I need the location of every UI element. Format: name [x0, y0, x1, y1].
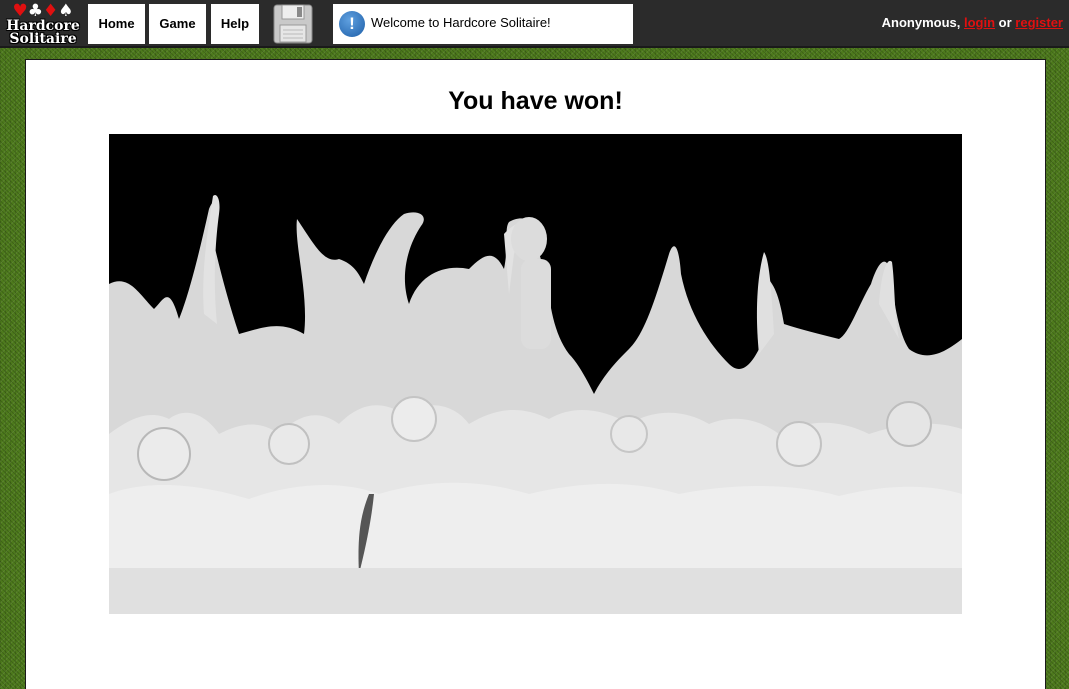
cheering-crowd-image	[109, 134, 962, 614]
crowd-silhouette	[109, 134, 962, 614]
info-icon: !	[339, 11, 365, 37]
floppy-disk-icon	[273, 4, 313, 44]
or-separator: or	[998, 15, 1012, 30]
hardcore-solitaire-logo[interactable]: ♥♣♦♠ Hardcore Solitaire	[6, 2, 80, 46]
register-link[interactable]: register	[1015, 15, 1063, 30]
user-area: Anonymous, login or register	[882, 0, 1063, 48]
help-button[interactable]: Help	[211, 4, 259, 44]
top-bar: ♥♣♦♠ Hardcore Solitaire Home Game Help !…	[0, 0, 1069, 48]
win-heading: You have won!	[448, 87, 623, 115]
message-box: ! Welcome to Hardcore Solitaire!	[333, 4, 633, 44]
main-panel: You have won!	[25, 59, 1046, 689]
message-text: Welcome to Hardcore Solitaire!	[371, 15, 551, 30]
game-button[interactable]: Game	[149, 4, 206, 44]
logo-text-line2: Solitaire	[9, 31, 77, 47]
home-button[interactable]: Home	[88, 4, 145, 44]
login-link[interactable]: login	[964, 15, 995, 30]
username: Anonymous,	[881, 15, 961, 30]
save-button[interactable]	[273, 4, 313, 44]
